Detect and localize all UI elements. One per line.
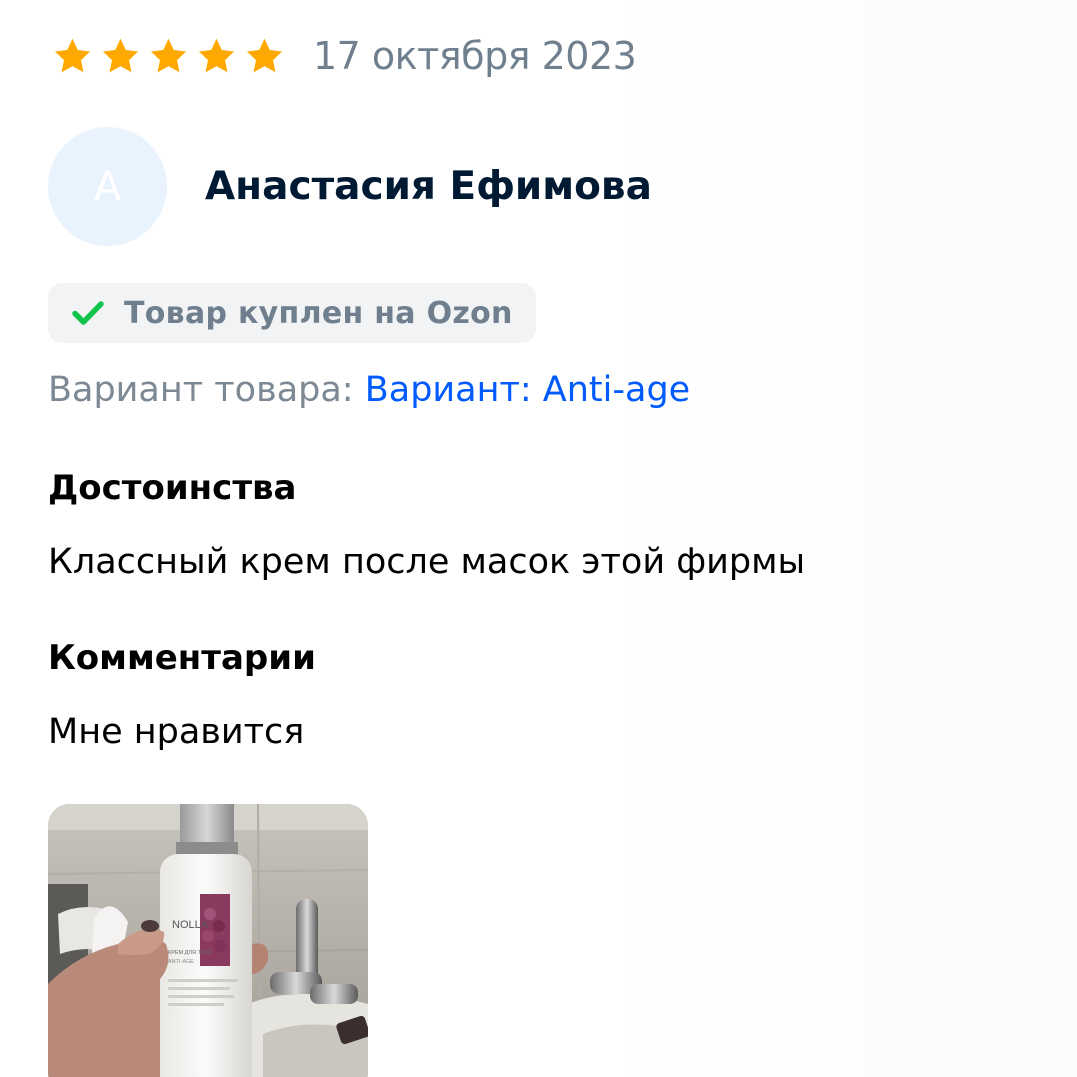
badge-text: Товар куплен на Ozon [124,295,513,331]
review-photo-image: NOLLA КРЕМ ДЛЯ ТЕЛА ANTI-AGE [48,804,368,1077]
review-date: 17 октября 2023 [313,34,637,78]
avatar[interactable]: А [48,127,167,246]
product-subtext: ANTI-AGE [168,959,194,965]
star-rating [52,36,285,77]
purchase-verified-badge: Товар куплен на Ozon [48,283,536,343]
star-icon [54,38,91,72]
star-icon [246,38,283,72]
product-text: КРЕМ ДЛЯ ТЕЛА [168,950,212,956]
review-photo[interactable]: NOLLA КРЕМ ДЛЯ ТЕЛА ANTI-AGE [48,804,368,1077]
star-icon [150,38,187,72]
pros-text: Классный крем после масок этой фирмы [48,542,806,582]
variant-label: Вариант товара: [48,370,365,410]
check-icon [72,301,104,325]
author-row[interactable]: А Анастасия Ефимова [48,127,652,246]
avatar-initial: А [93,163,122,210]
comments-heading: Комментарии [48,638,316,678]
variant-value-link[interactable]: Вариант: Anti-age [365,370,690,410]
rating-row: 17 октября 2023 [52,34,637,78]
comments-text: Мне нравится [48,712,305,752]
pros-heading: Достоинства [48,468,297,508]
brand-text: NOLLA [172,919,209,931]
author-name[interactable]: Анастасия Ефимова [205,164,652,209]
product-variant: Вариант товара: Вариант: Anti-age [48,370,690,410]
star-icon [102,38,139,72]
review-card: 17 октября 2023 А Анастасия Ефимова Това… [0,0,1077,1077]
star-icon [198,38,235,72]
